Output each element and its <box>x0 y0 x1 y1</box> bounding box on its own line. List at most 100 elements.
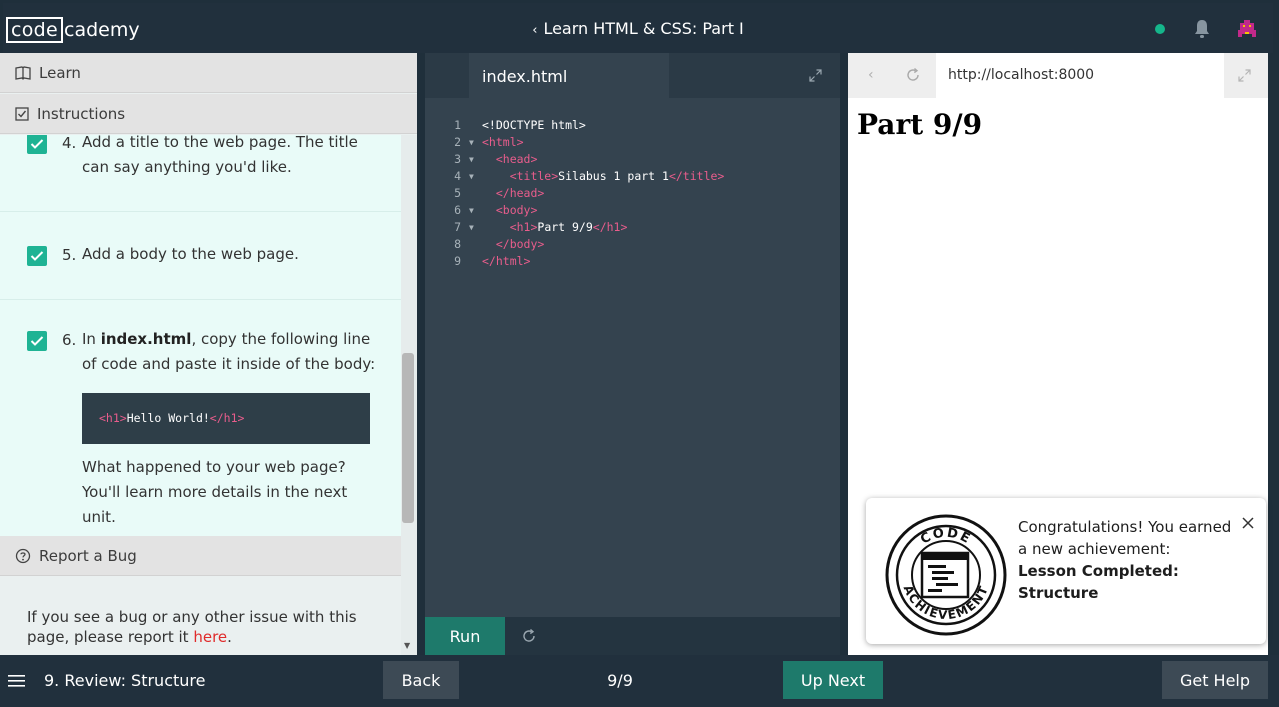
code-tag: <h1> <box>482 220 538 234</box>
code-tag: </head> <box>482 186 545 200</box>
code-achievement-badge-icon: CODE ACHIEVEMENT <box>885 514 1007 636</box>
code-tag: <html> <box>482 135 524 149</box>
url-field[interactable]: http://localhost:8000 <box>936 53 1224 98</box>
code-line-content: </body> <box>482 236 544 253</box>
code-line[interactable]: 1 <!DOCTYPE html> <box>425 117 840 134</box>
code-line-content: <body> <box>482 202 538 219</box>
task-number: 5. <box>62 246 77 264</box>
task-number: 4. <box>62 135 77 152</box>
checkbox-icon <box>15 106 29 121</box>
learn-section-header[interactable]: Learn <box>0 53 417 93</box>
code-tag: <title> <box>482 169 559 183</box>
fold-arrow-icon[interactable]: ▼ <box>469 202 474 219</box>
fold-arrow-icon[interactable]: ▼ <box>469 219 474 236</box>
code-line[interactable]: 7 ▼ <h1>Part 9/9</h1> <box>425 219 840 236</box>
reload-icon[interactable] <box>905 67 921 83</box>
book-icon <box>15 65 31 80</box>
editor-tab-strip: index.html <box>425 53 840 98</box>
code-text: <!DOCTYPE html> <box>482 118 586 132</box>
expand-icon[interactable] <box>1238 69 1251 82</box>
tab-index-html[interactable]: index.html <box>469 53 669 98</box>
code-line[interactable]: 3 ▼ <head> <box>425 151 840 168</box>
code-line-content: </html> <box>482 253 530 270</box>
run-button[interactable]: Run <box>425 617 505 655</box>
line-number: 7 <box>454 220 461 234</box>
line-number: 8 <box>454 237 461 251</box>
menu-icon[interactable] <box>8 674 25 688</box>
code-line-content: <head> <box>482 151 538 168</box>
task-check-4[interactable] <box>27 135 47 154</box>
browser-toolbar: ‹ http://localhost:8000 <box>848 53 1268 98</box>
bottom-bar: 9. Review: Structure Back 9/9 Up Next Ge… <box>0 655 1279 707</box>
code-editor: index.html 1 <!DOCTYPE html> 2 ▼ <html> 3 ▼ <h… <box>425 53 840 655</box>
code-tag: </html> <box>482 254 531 268</box>
line-number: 2 <box>454 135 461 149</box>
instructions-body: 4. Add a title to the web page. The titl… <box>0 135 401 536</box>
bug-report-link[interactable]: here <box>193 628 227 646</box>
code-line[interactable]: 2 ▼ <html> <box>425 134 840 151</box>
task-text: Add a title to the web page. The title c… <box>82 135 358 176</box>
task-check-5[interactable] <box>27 246 47 266</box>
code-snippet: <h1>Hello World!</h1> <box>82 393 370 444</box>
task-text-pre: In <box>82 330 101 348</box>
line-number: 1 <box>454 118 461 132</box>
code-line[interactable]: 5 </head> <box>425 185 840 202</box>
task-check-6[interactable] <box>27 331 47 351</box>
lesson-progress: 9/9 <box>607 671 633 690</box>
course-title-link[interactable]: ‹ Learn HTML & CSS: Part I <box>3 19 1273 38</box>
fold-arrow-icon[interactable]: ▼ <box>469 168 474 185</box>
lesson-title[interactable]: 9. Review: Structure <box>44 671 205 690</box>
checkmark-icon <box>30 336 44 346</box>
close-icon[interactable] <box>1241 516 1255 530</box>
task-text: Add a body to the web page. <box>82 245 299 263</box>
back-button[interactable]: Back <box>383 661 459 699</box>
fold-arrow-icon[interactable]: ▼ <box>469 134 474 151</box>
achievement-congrats: Congratulations! You earned a new achiev… <box>1018 518 1232 558</box>
preview-heading: Part 9/9 <box>857 108 983 141</box>
reset-icon[interactable] <box>521 628 537 644</box>
bug-text-period: . <box>227 628 232 646</box>
course-title: Learn HTML & CSS: Part I <box>543 19 744 38</box>
code-text: Part 9/9 <box>537 220 593 234</box>
task-text: In index.html, copy the following line o… <box>82 327 382 377</box>
task-item-5: 5. Add a body to the web page. <box>0 212 401 300</box>
scroll-down-arrow-icon[interactable]: ▼ <box>404 641 410 650</box>
code-tag: </title> <box>668 169 725 183</box>
achievement-toast: CODE ACHIEVEMENT Congratulations! You ea… <box>866 498 1266 644</box>
code-tag: <body> <box>482 203 538 217</box>
top-bar: code cademy ‹ Learn HTML & CSS: Part I <box>3 3 1273 53</box>
line-number: 9 <box>454 254 461 268</box>
code-close-tag: </h1> <box>209 411 245 425</box>
code-area[interactable]: 1 <!DOCTYPE html> 2 ▼ <html> 3 ▼ <head> 4 ▼ <tit… <box>425 117 840 270</box>
fold-arrow-icon[interactable]: ▼ <box>469 151 474 168</box>
code-tag: </h1> <box>592 220 628 234</box>
code-line[interactable]: 9 </html> <box>425 253 840 270</box>
bug-report-text: If you see a bug or any other issue with… <box>27 607 357 647</box>
code-tag: <head> <box>482 152 538 166</box>
code-line[interactable]: 8 </body> <box>425 236 840 253</box>
code-text: Silabus 1 part 1 <box>558 169 669 183</box>
line-number: 5 <box>454 186 461 200</box>
run-bar: Run <box>425 617 840 655</box>
instructions-section-header[interactable]: Instructions <box>0 94 417 134</box>
achievement-name: Lesson Completed: Structure <box>1018 562 1179 602</box>
up-next-button[interactable]: Up Next <box>783 661 883 699</box>
left-panel: Learn Instructions 4. Add a title to the… <box>0 53 417 655</box>
expand-icon[interactable] <box>809 69 822 82</box>
code-line[interactable]: 4 ▼ <title>Silabus 1 part 1</title> <box>425 168 840 185</box>
user-avatar[interactable] <box>1235 17 1259 41</box>
code-tag: </body> <box>482 237 545 251</box>
achievement-message: Congratulations! You earned a new achiev… <box>1018 516 1243 604</box>
report-bug-label: Report a Bug <box>39 546 137 565</box>
get-help-button[interactable]: Get Help <box>1162 661 1268 699</box>
browser-back-icon[interactable]: ‹ <box>868 67 874 83</box>
bell-icon[interactable] <box>1193 19 1211 39</box>
checkmark-icon <box>30 139 44 149</box>
report-bug-header[interactable]: Report a Bug <box>0 536 401 576</box>
scrollbar-thumb[interactable] <box>402 353 414 523</box>
learn-label: Learn <box>39 63 81 82</box>
code-line-content: <title>Silabus 1 part 1</title> <box>482 168 725 185</box>
code-line[interactable]: 6 ▼ <body> <box>425 202 840 219</box>
bug-text-main: If you see a bug or any other issue with… <box>27 608 357 646</box>
chevron-left-icon: ‹ <box>532 23 538 38</box>
